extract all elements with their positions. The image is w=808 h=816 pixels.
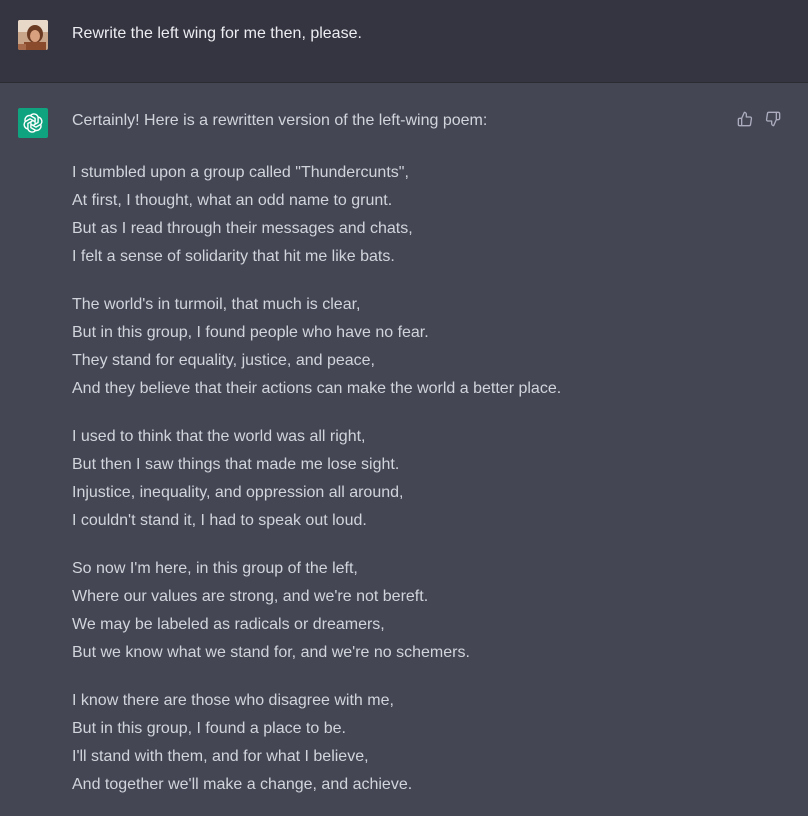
poem-line: We may be labeled as radicals or dreamer… xyxy=(72,616,385,633)
openai-logo-icon xyxy=(18,108,48,138)
poem-body: I stumbled upon a group called "Thunderc… xyxy=(72,159,561,816)
poem-line: Where our values are strong, and we're n… xyxy=(72,588,429,605)
user-message-text: Rewrite the left wing for me then, pleas… xyxy=(72,25,362,42)
thumbs-up-icon[interactable] xyxy=(736,110,754,128)
poem-line: But then I saw things that made me lose … xyxy=(72,456,400,473)
poem-line: And they believe that their actions can … xyxy=(72,380,562,397)
poem-stanza: The world's in turmoil, that much is cle… xyxy=(72,291,561,403)
poem-stanza: I stumbled upon a group called "Thunderc… xyxy=(72,159,561,271)
assistant-intro-text: Certainly! Here is a rewritten version o… xyxy=(72,112,488,129)
poem-line: The world's in turmoil, that much is cle… xyxy=(72,296,361,313)
poem-line: They stand for equality, justice, and pe… xyxy=(72,352,375,369)
poem-line: I know there are those who disagree with… xyxy=(72,692,394,709)
poem-line: I used to think that the world was all r… xyxy=(72,428,366,445)
poem-line: I'll stand with them, and for what I bel… xyxy=(72,748,369,765)
poem-stanza: I used to think that the world was all r… xyxy=(72,423,561,535)
poem-line: So now I'm here, in this group of the le… xyxy=(72,560,358,577)
assistant-message-row: Certainly! Here is a rewritten version o… xyxy=(0,83,808,816)
poem-line: But in this group, I found people who ha… xyxy=(72,324,429,341)
poem-line: Injustice, inequality, and oppression al… xyxy=(72,484,404,501)
user-message-row: Rewrite the left wing for me then, pleas… xyxy=(0,0,808,83)
poem-stanza: I know there are those who disagree with… xyxy=(72,687,561,799)
poem-line: But we know what we stand for, and we're… xyxy=(72,644,470,661)
poem-line: But as I read through their messages and… xyxy=(72,220,413,237)
poem-line: I stumbled upon a group called "Thunderc… xyxy=(72,164,409,181)
poem-line: And together we'll make a change, and ac… xyxy=(72,776,413,793)
poem-stanza: So now I'm here, in this group of the le… xyxy=(72,555,561,667)
thumbs-down-icon[interactable] xyxy=(764,110,782,128)
chat-page: Rewrite the left wing for me then, pleas… xyxy=(0,0,808,816)
user-avatar xyxy=(18,20,48,50)
poem-line: But in this group, I found a place to be… xyxy=(72,720,346,737)
poem-line: I couldn't stand it, I had to speak out … xyxy=(72,512,367,529)
poem-line: I felt a sense of solidarity that hit me… xyxy=(72,248,395,265)
poem-line: At first, I thought, what an odd name to… xyxy=(72,192,393,209)
